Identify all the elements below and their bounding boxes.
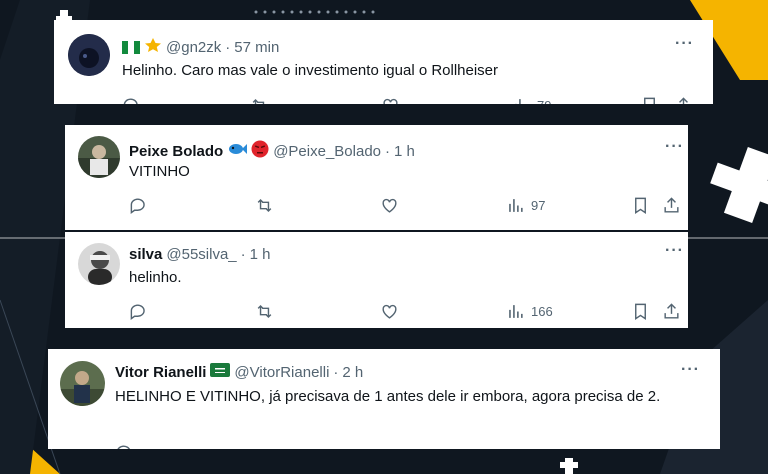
- tweet-text: VITINHO: [129, 163, 190, 180]
- nigeria-flag-icon: [122, 40, 140, 54]
- bookmark-icon: [644, 97, 655, 104]
- retweet-icon: [257, 198, 272, 213]
- avatar[interactable]: [60, 361, 105, 406]
- retweet-button[interactable]: [250, 96, 269, 104]
- more-options-icon[interactable]: ···: [675, 35, 694, 53]
- retweet-button[interactable]: [255, 302, 274, 321]
- share-button[interactable]: [662, 196, 681, 215]
- view-count: 97: [531, 198, 546, 213]
- views-button[interactable]: 97: [506, 196, 545, 215]
- bookmark-button[interactable]: [631, 196, 650, 215]
- separator: ·: [333, 363, 339, 381]
- timestamp[interactable]: 1 h: [394, 143, 415, 160]
- tweet-card[interactable]: @gn2zk · 57 min ··· Helinho. Caro mas va…: [54, 20, 713, 104]
- more-options-icon[interactable]: ···: [665, 138, 684, 156]
- angry-face-icon: [251, 140, 269, 162]
- separator: ·: [240, 246, 246, 263]
- like-button[interactable]: [380, 302, 399, 321]
- avatar[interactable]: [68, 34, 110, 76]
- more-options-icon[interactable]: ···: [665, 242, 684, 260]
- timestamp[interactable]: 2 h: [342, 364, 363, 381]
- tweet-header: @gn2zk · 57 min: [122, 37, 279, 57]
- tweet-actions: [115, 443, 695, 449]
- avatar[interactable]: [78, 243, 120, 285]
- share-icon: [664, 197, 679, 213]
- display-name[interactable]: silva: [129, 246, 162, 263]
- tweet-card[interactable]: silva @55silva_ · 1 h ··· helinho. 166: [65, 232, 688, 328]
- reply-button[interactable]: [129, 196, 148, 215]
- tweet-card[interactable]: Vitor Rianelli @VitorRianelli · 2 h ··· …: [48, 349, 720, 449]
- like-button[interactable]: [380, 196, 399, 215]
- separator: ·: [385, 142, 391, 160]
- display-name[interactable]: Vitor Rianelli: [115, 364, 206, 381]
- tweet-header: Vitor Rianelli @VitorRianelli · 2 h: [115, 363, 363, 381]
- tweet-actions: 97: [129, 196, 685, 216]
- heart-icon: [383, 98, 398, 104]
- avatar[interactable]: [78, 136, 120, 178]
- tweet-header: Peixe Bolado @Peixe_Bolado · 1 h: [129, 140, 415, 162]
- heart-icon: [382, 198, 397, 213]
- user-handle[interactable]: @Peixe_Bolado: [273, 143, 381, 160]
- saudi-flag-icon: [210, 363, 231, 381]
- display-name[interactable]: Peixe Bolado: [129, 143, 223, 160]
- fish-icon: [227, 142, 248, 160]
- like-button[interactable]: [381, 96, 400, 104]
- view-count: 79: [537, 98, 551, 104]
- views-icon: [515, 99, 521, 104]
- bookmark-button[interactable]: [631, 302, 650, 321]
- reply-icon: [130, 304, 145, 321]
- tweet-actions: 79: [122, 96, 702, 104]
- share-button[interactable]: [674, 96, 693, 104]
- view-count: 166: [531, 304, 553, 319]
- share-button[interactable]: [662, 302, 681, 321]
- reply-icon: [123, 98, 138, 104]
- separator: ·: [225, 38, 231, 56]
- share-icon: [679, 97, 688, 104]
- star-icon: [144, 37, 162, 57]
- tweet-text: Helinho. Caro mas vale o investimento ig…: [122, 62, 499, 79]
- tweet-header: silva @55silva_ · 1 h: [129, 246, 271, 263]
- user-handle[interactable]: @gn2zk: [166, 39, 221, 56]
- more-options-icon[interactable]: ···: [681, 361, 700, 379]
- reply-button[interactable]: [129, 302, 148, 321]
- views-button[interactable]: 79: [512, 96, 551, 104]
- views-icon: [509, 199, 523, 212]
- bookmark-button[interactable]: [640, 96, 659, 104]
- tweet-text: HELINHO E VITINHO, já precisava de 1 ant…: [115, 388, 661, 405]
- heart-icon: [382, 304, 397, 319]
- reply-icon: [130, 198, 145, 215]
- retweet-icon: [257, 304, 272, 319]
- bookmark-icon: [635, 303, 646, 320]
- share-icon: [664, 303, 679, 319]
- tweet-actions: 166: [129, 302, 685, 322]
- timestamp[interactable]: 57 min: [234, 39, 279, 56]
- views-button[interactable]: 166: [506, 302, 553, 321]
- reply-button[interactable]: [122, 96, 141, 104]
- retweet-icon: [252, 98, 265, 104]
- tweet-text: helinho.: [129, 269, 182, 286]
- timestamp[interactable]: 1 h: [250, 246, 271, 263]
- views-icon: [509, 305, 523, 318]
- user-handle[interactable]: @VitorRianelli: [234, 364, 329, 381]
- retweet-button[interactable]: [255, 196, 274, 215]
- reply-button[interactable]: [115, 443, 134, 449]
- reply-icon: [117, 445, 130, 449]
- tweet-card[interactable]: Peixe Bolado @Peixe_Bolado · 1 h ··· VIT…: [65, 125, 688, 230]
- bookmark-icon: [635, 197, 646, 214]
- user-handle[interactable]: @55silva_: [166, 246, 236, 263]
